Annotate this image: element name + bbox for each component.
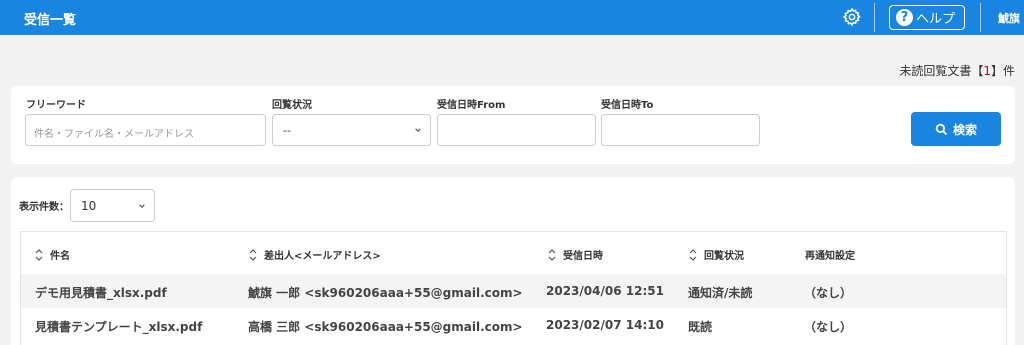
status-cell: 既読 <box>688 320 713 334</box>
to-label: 受信日時To <box>601 100 654 111</box>
sort-icon <box>548 248 556 261</box>
unread-suffix: 】件 <box>990 64 1015 78</box>
received-cell: 2023/02/07 14:10 <box>546 318 664 332</box>
freeword-placeholder: 件名・ファイル名・メールアドレス <box>34 129 194 140</box>
status-value: -- <box>283 124 291 137</box>
unread-number: 1 <box>983 64 991 78</box>
column-header-received[interactable]: 受信日時 <box>548 247 603 262</box>
user-name[interactable]: 鯱旗 <box>998 10 1020 26</box>
per-page-value: 10 <box>81 199 97 213</box>
divider <box>874 3 875 32</box>
freeword-input[interactable]: 件名・ファイル名・メールアドレス <box>25 114 266 146</box>
search-panel: フリーワード 件名・ファイル名・メールアドレス 回覧状況 -- 受信日時From… <box>11 86 1015 164</box>
subject-cell[interactable]: 見積書テンプレート_xlsx.pdf <box>35 318 202 335</box>
unread-count: 未読回覧文書【1】件 <box>899 62 1015 79</box>
results-table: 件名 差出人<メールアドレス> 受信日時 回覧状況 再通知設定 デモ用見積書_x… <box>20 231 1007 345</box>
column-label: 回覧状況 <box>704 251 744 262</box>
to-date-input[interactable] <box>601 114 760 146</box>
received-cell: 2023/04/06 12:51 <box>546 284 664 298</box>
search-icon <box>935 123 948 135</box>
search-button-label: 検索 <box>952 122 977 137</box>
page-title: 受信一覧 <box>24 13 77 28</box>
table-row[interactable]: デモ用見積書_xlsx.pdf 鯱旗 一郎 <sk960206aaa+55@gm… <box>21 274 1006 308</box>
sort-icon <box>689 248 697 261</box>
sender-cell: 高橋 三郎 <sk960206aaa+55@gmail.com> <box>248 320 523 334</box>
column-header-sender[interactable]: 差出人<メールアドレス> <box>249 247 381 262</box>
per-page-select[interactable]: 10 <box>70 189 155 222</box>
from-label: 受信日時From <box>437 100 506 111</box>
status-cell: 通知済/未読 <box>688 286 753 300</box>
table-row[interactable]: 見積書テンプレート_xlsx.pdf 高橋 三郎 <sk960206aaa+55… <box>21 308 1006 342</box>
sort-icon <box>249 248 257 261</box>
gear-icon[interactable] <box>842 7 862 27</box>
renotify-cell: （なし） <box>804 286 853 300</box>
column-label: 差出人<メールアドレス> <box>264 251 381 262</box>
renotify-cell: （なし） <box>804 320 853 334</box>
chevron-down-icon <box>415 128 421 132</box>
subject-cell[interactable]: デモ用見積書_xlsx.pdf <box>35 284 167 301</box>
column-header-subject[interactable]: 件名 <box>35 247 70 262</box>
chevron-down-icon <box>139 204 145 208</box>
per-page-label: 表示件数： <box>19 202 69 213</box>
top-bar: 受信一覧 ? ヘルプ 鯱旗 <box>0 0 1024 35</box>
status-select[interactable]: -- <box>272 114 431 146</box>
column-header-status[interactable]: 回覧状況 <box>689 247 744 262</box>
help-label: ヘルプ <box>916 12 956 27</box>
column-label: 件名 <box>50 251 70 262</box>
column-header-renotify: 再通知設定 <box>805 247 855 262</box>
divider <box>980 3 981 32</box>
from-date-input[interactable] <box>437 114 596 146</box>
search-button[interactable]: 検索 <box>911 112 1001 146</box>
column-label: 受信日時 <box>563 251 603 262</box>
freeword-label: フリーワード <box>26 100 86 111</box>
help-icon: ? <box>896 9 913 26</box>
results-panel: 表示件数： 10 件名 差出人<メールアドレス> 受信日時 回覧状況 再通知設定… <box>11 177 1015 345</box>
column-label: 再通知設定 <box>805 251 855 262</box>
unread-prefix: 未読回覧文書【 <box>899 64 984 78</box>
sender-cell: 鯱旗 一郎 <sk960206aaa+55@gmail.com> <box>248 286 523 300</box>
sort-icon <box>35 248 43 261</box>
status-label: 回覧状況 <box>272 100 312 111</box>
help-button[interactable]: ? ヘルプ <box>889 5 965 30</box>
